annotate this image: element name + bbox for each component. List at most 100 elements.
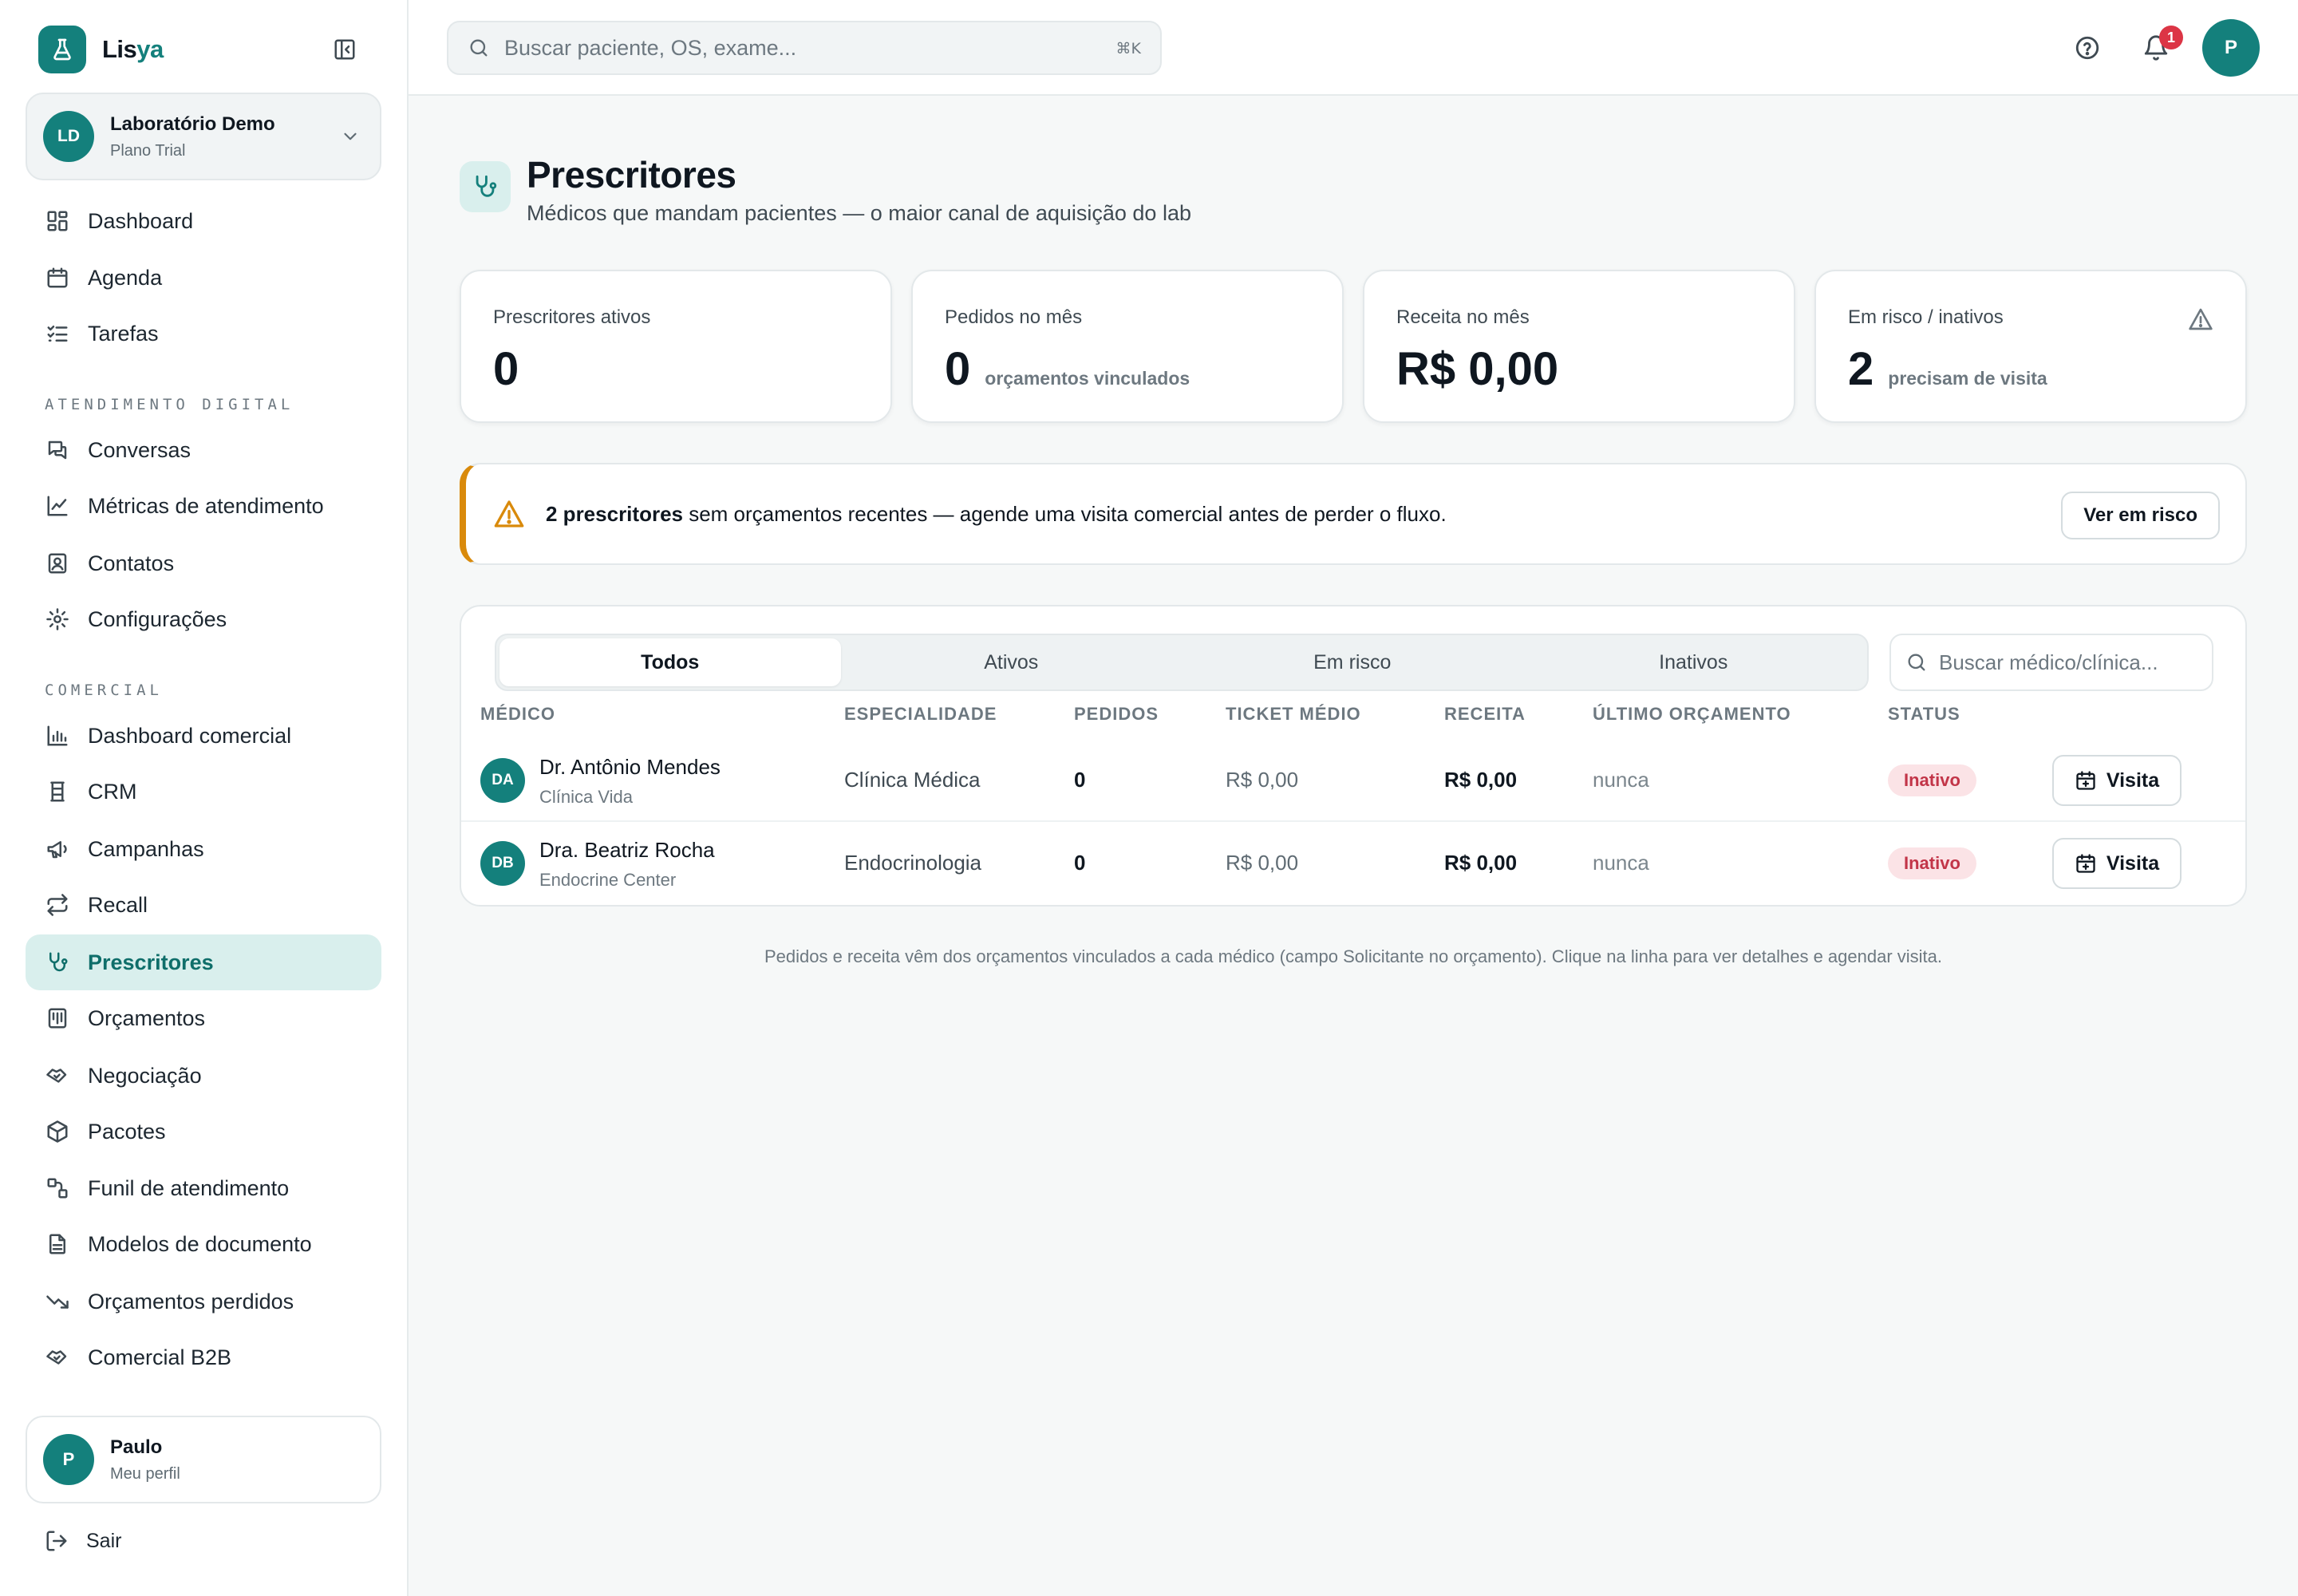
sidebar-item-label: Agenda [88,265,163,290]
stat-value: 2 [1848,343,1874,395]
bell-icon[interactable]: 1 [2140,26,2183,64]
global-search[interactable]: ⌘K [447,21,1162,75]
top-user-avatar[interactable]: P [2202,19,2260,77]
sidebar-item-label: Orçamentos perdidos [88,1289,294,1314]
column-header-especialidade[interactable]: ESPECIALIDADE [844,704,997,725]
sidebar-item-pacotes[interactable]: Pacotes [26,1104,381,1159]
column-header-ticket-medio[interactable]: TICKET MÉDIO [1226,704,1361,725]
sidebar-item-campanhas[interactable]: Campanhas [26,821,381,877]
column-header-receita[interactable]: RECEITA [1444,704,1526,725]
user-profile-link: Meu perfil [110,1464,180,1483]
filter-tabs: Todos Ativos Em risco Inativos [495,634,1869,691]
sidebar-item-dashboard[interactable]: Dashboard [26,193,381,249]
last-quote: nunca [1593,768,1649,792]
sidebar-item-tarefas[interactable]: Tarefas [26,306,381,361]
sidebar-item-configuracoes[interactable]: Configurações [26,591,381,647]
risk-alert-banner: 2 prescritores sem orçamentos recentes —… [460,463,2247,565]
sidebar-item-metricas[interactable]: Métricas de atendimento [26,478,381,534]
average-ticket: R$ 0,00 [1226,768,1299,792]
crm-icon [45,779,70,804]
column-header-pedidos[interactable]: PEDIDOS [1074,704,1159,725]
bar-chart-icon [45,723,70,749]
logout-icon [45,1529,69,1553]
doctor-name: Dra. Beatriz Rocha [539,838,715,862]
receipt-icon [45,1005,70,1031]
stethoscope-icon [460,161,511,212]
topbar: ⌘K 1 P [409,0,2298,96]
column-header-status[interactable]: STATUS [1888,704,1960,725]
view-at-risk-button[interactable]: Ver em risco [2061,492,2220,539]
tab-em-risco[interactable]: Em risco [1182,638,1523,686]
sidebar-item-label: Campanhas [88,836,204,861]
section-label-atendimento: ATENDIMENTO DIGITAL [45,396,294,413]
tab-inativos[interactable]: Inativos [1523,638,1865,686]
sidebar-item-negociacao[interactable]: Negociação [26,1048,381,1104]
sidebar-item-contatos[interactable]: Contatos [26,535,381,591]
sidebar-item-label: Negociação [88,1063,202,1088]
stat-label: Receita no mês [1396,306,1530,328]
document-icon [45,1231,70,1257]
sidebar-item-agenda[interactable]: Agenda [26,250,381,306]
alert-text: sem orçamentos recentes — agende uma vis… [682,501,1447,526]
column-header-ultimo-orcamento[interactable]: ÚLTIMO ORÇAMENTO [1593,704,1791,725]
grid-icon [45,208,70,234]
sidebar-item-label: CRM [88,779,137,804]
shortcut-hint: ⌘K [1115,40,1141,57]
schedule-visit-button[interactable]: Visita [2052,755,2182,806]
stat-note: orçamentos vinculados [985,368,1190,389]
funnel-icon [45,1175,70,1201]
calendar-plus-icon [2076,771,2095,790]
calendar-plus-icon [2076,854,2095,873]
sidebar-item-label: Funil de atendimento [88,1175,290,1200]
handshake-icon [45,1345,70,1370]
notification-badge: 1 [2159,26,2183,49]
warning-icon [2188,306,2213,332]
sidebar-item-label: Prescritores [88,950,214,974]
search-input[interactable] [504,35,1111,61]
user-name: Paulo [110,1436,163,1458]
logout-label: Sair [86,1529,122,1552]
sidebar-item-modelos[interactable]: Modelos de documento [26,1216,381,1272]
logout-button[interactable]: Sair [45,1529,121,1553]
schedule-visit-button[interactable]: Visita [2052,838,2182,889]
sidebar-item-conversas[interactable]: Conversas [26,422,381,478]
sidebar-item-crm[interactable]: CRM [26,764,381,820]
warning-icon [493,498,525,530]
user-profile-card[interactable]: P Paulo Meu perfil [26,1416,381,1503]
alert-message: 2 prescritores sem orçamentos recentes —… [546,502,1447,527]
org-name: Laboratório Demo [110,113,275,135]
trending-down-icon [45,1289,70,1314]
sidebar-item-prescritores[interactable]: Prescritores [26,934,381,990]
sidebar-item-comercial-b2b[interactable]: Comercial B2B [26,1329,381,1385]
sidebar-item-label: Configurações [88,606,227,631]
doctor-search-input[interactable] [1939,650,2202,675]
sidebar: Lisya LD Laboratório Demo Plano Trial Da… [0,0,409,1596]
sidebar-item-funil[interactable]: Funil de atendimento [26,1160,381,1216]
sidebar-item-orcamentos[interactable]: Orçamentos [26,990,381,1046]
page-subtitle: Médicos que mandam pacientes — o maior c… [527,201,1191,225]
column-header-medico[interactable]: MÉDICO [480,704,555,725]
repeat-icon [45,892,70,918]
specialty: Clínica Médica [844,768,981,792]
sidebar-item-recall[interactable]: Recall [26,877,381,933]
sidebar-collapse-icon[interactable] [330,35,359,64]
table-row[interactable]: DA Dr. Antônio Mendes Clínica Vida Clíni… [461,739,2245,822]
table-row[interactable]: DB Dra. Beatriz Rocha Endocrine Center E… [461,822,2245,905]
sidebar-item-dashboard-comercial[interactable]: Dashboard comercial [26,708,381,764]
user-avatar: P [43,1434,94,1485]
table-search[interactable] [1889,634,2213,691]
sidebar-item-orcamentos-perdidos[interactable]: Orçamentos perdidos [26,1274,381,1329]
last-quote: nunca [1593,851,1649,875]
help-icon[interactable] [2071,32,2103,64]
doctor-clinic: Clínica Vida [539,787,633,807]
page-title: Prescritores [527,154,736,196]
org-switcher[interactable]: LD Laboratório Demo Plano Trial [26,93,381,180]
org-avatar: LD [43,111,94,162]
tab-todos[interactable]: Todos [499,638,841,686]
revenue: R$ 0,00 [1444,768,1518,792]
average-ticket: R$ 0,00 [1226,851,1299,875]
brand[interactable]: Lisya [38,26,164,73]
search-icon [468,37,490,59]
sidebar-item-label: Dashboard comercial [88,723,292,748]
tab-ativos[interactable]: Ativos [841,638,1183,686]
